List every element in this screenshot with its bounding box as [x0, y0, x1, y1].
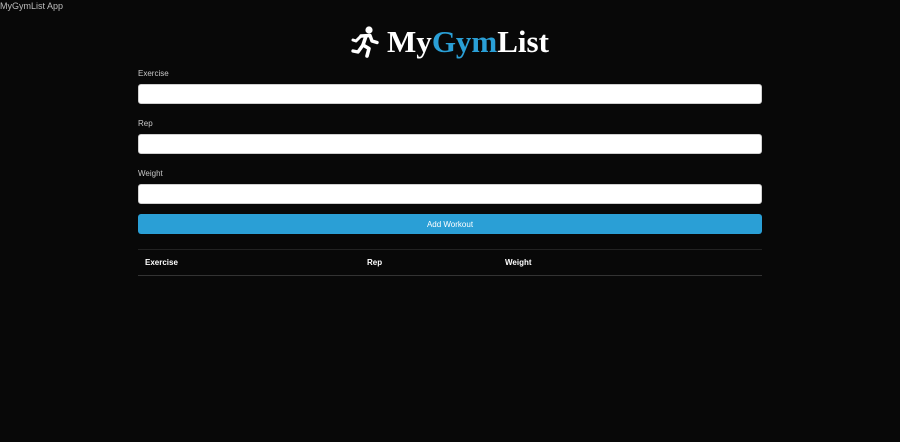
- weight-label: Weight: [138, 169, 163, 178]
- logo-text-prefix: My: [387, 24, 432, 59]
- logo-text: MyGymList: [387, 24, 549, 60]
- logo-text-suffix: List: [497, 24, 549, 59]
- add-workout-button[interactable]: Add Workout: [138, 214, 762, 234]
- workout-form: Exercise Rep Weight Add Workout: [138, 68, 762, 234]
- column-header-rep[interactable]: Rep: [360, 249, 498, 276]
- column-header-exercise[interactable]: Exercise: [138, 249, 360, 276]
- column-header-weight[interactable]: Weight: [498, 249, 762, 276]
- rep-label: Rep: [138, 119, 153, 128]
- logo: MyGymList: [0, 24, 900, 66]
- rep-input[interactable]: [138, 134, 762, 154]
- exercise-label: Exercise: [138, 69, 169, 78]
- logo-text-accent: Gym: [431, 24, 498, 59]
- exercise-input[interactable]: [138, 84, 762, 104]
- workout-table-container: Exercise Rep Weight: [138, 249, 762, 276]
- weight-input[interactable]: [138, 184, 762, 204]
- running-person-icon: [351, 26, 379, 58]
- table-header-row: Exercise Rep Weight: [138, 249, 762, 276]
- workout-table: Exercise Rep Weight: [138, 249, 762, 276]
- app-title: MyGymList App: [0, 1, 64, 11]
